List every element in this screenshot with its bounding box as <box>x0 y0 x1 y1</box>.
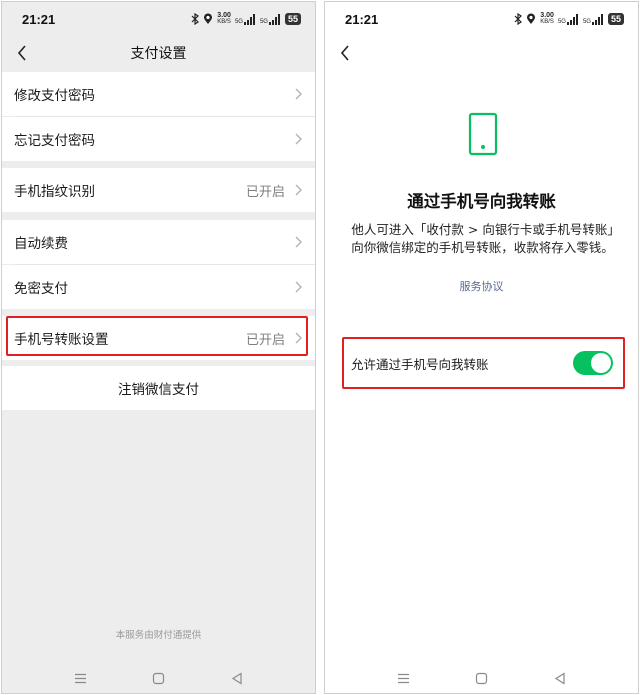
row-label: 修改支付密码 <box>14 88 95 104</box>
signal-icon <box>566 13 578 25</box>
toggle-label: 允许通过手机号向我转账 <box>351 356 489 372</box>
row-label: 免密支付 <box>14 281 68 297</box>
back-button[interactable] <box>10 41 34 65</box>
settings-row-phone-transfer[interactable]: 手机号转账设置 已开启 <box>2 316 315 360</box>
battery-icon: 55 <box>607 13 624 25</box>
chevron-left-icon <box>340 45 349 61</box>
home-button[interactable] <box>474 670 490 686</box>
home-icon <box>152 672 165 684</box>
status-value: 已开启 <box>245 184 285 200</box>
network-label-1: 5G <box>234 18 243 25</box>
settings-row-change-password[interactable]: 修改支付密码 <box>2 72 315 116</box>
bluetooth-icon <box>514 13 523 25</box>
row-label: 自动续费 <box>14 236 68 252</box>
toggle-knob <box>591 353 611 373</box>
signal-1: 5G <box>234 13 256 25</box>
row-label: 手机指纹识别 <box>14 184 95 200</box>
status-icons: 3.00 KB/S 5G 5G 55 <box>514 12 624 25</box>
chevron-right-icon <box>295 281 302 293</box>
back-button[interactable] <box>333 41 357 65</box>
signal-2: 5G <box>259 13 281 25</box>
phone-transfer-screen: 21:21 3.00 KB/S 5G 5G 55 通过手机号向我转账 他人可进入… <box>324 1 639 694</box>
page-title: 支付设置 <box>130 46 187 62</box>
mobile-phone-icon <box>468 112 498 156</box>
signal-2: 5G <box>582 13 604 25</box>
footer-note: 本服务由财付通提供 <box>115 630 202 641</box>
battery-icon: 55 <box>284 13 301 25</box>
page-title: 通过手机号向我转账 <box>407 192 556 211</box>
speed-unit: KB/S <box>217 19 231 25</box>
row-label: 忘记支付密码 <box>14 133 95 149</box>
nav-bar: 支付设置 <box>2 36 315 70</box>
description-text: 他人可进入「收付款 > 向银行卡或手机号转账」向你微信绑定的手机号转账，收款将存… <box>351 222 614 255</box>
home-icon <box>475 672 488 684</box>
status-time: 21:21 <box>22 11 56 27</box>
signal-icon <box>591 13 603 25</box>
menu-button[interactable] <box>73 670 89 686</box>
payment-settings-screen: 21:21 3.00 KB/S 5G 5G 55 支付设置 修改支付密码 忘记支… <box>1 1 316 694</box>
nav-bar <box>325 36 638 70</box>
system-nav-bar <box>2 666 315 690</box>
chevron-right-icon <box>295 88 302 100</box>
menu-button[interactable] <box>396 670 412 686</box>
back-triangle-icon <box>231 671 242 685</box>
signal-1: 5G <box>557 13 579 25</box>
back-nav-button[interactable] <box>229 670 245 686</box>
chevron-right-icon <box>295 133 302 145</box>
network-label-2: 5G <box>582 18 591 25</box>
chevron-right-icon <box>295 184 302 196</box>
bluetooth-icon <box>191 13 200 25</box>
menu-icon <box>398 673 409 683</box>
speed-unit: KB/S <box>540 19 554 25</box>
row-label: 手机号转账设置 <box>14 332 109 348</box>
status-bar: 21:21 3.00 KB/S 5G 5G 55 <box>2 2 315 36</box>
cancel-wechat-pay-label: 注销微信支付 <box>118 382 199 398</box>
system-nav-bar <box>325 666 638 690</box>
status-value: 已开启 <box>245 332 285 348</box>
allow-phone-transfer-setting: 允许通过手机号向我转账 <box>343 339 623 387</box>
chevron-right-icon <box>295 332 302 344</box>
back-triangle-icon <box>554 671 565 685</box>
status-time: 21:21 <box>345 11 379 27</box>
status-icons: 3.00 KB/S 5G 5G 55 <box>191 12 301 25</box>
chevron-left-icon <box>17 45 26 61</box>
settings-row-fingerprint[interactable]: 手机指纹识别 已开启 <box>2 168 315 212</box>
location-icon <box>527 13 536 24</box>
home-button[interactable] <box>151 670 167 686</box>
settings-row-password-free-payment[interactable]: 免密支付 <box>2 265 315 309</box>
location-icon <box>204 13 213 24</box>
network-label-2: 5G <box>259 18 268 25</box>
menu-icon <box>75 673 86 683</box>
chevron-right-icon <box>295 236 302 248</box>
status-bar: 21:21 3.00 KB/S 5G 5G 55 <box>325 2 638 36</box>
service-agreement-link[interactable]: 服务协议 <box>325 278 638 294</box>
allow-phone-transfer-toggle[interactable] <box>573 351 613 375</box>
signal-icon <box>243 13 255 25</box>
back-nav-button[interactable] <box>552 670 568 686</box>
settings-row-auto-renewal[interactable]: 自动续费 <box>2 220 315 264</box>
network-speed: 3.00 KB/S <box>540 12 554 25</box>
cancel-wechat-pay-button[interactable]: 注销微信支付 <box>2 366 315 410</box>
signal-icon <box>268 13 280 25</box>
settings-row-forgot-password[interactable]: 忘记支付密码 <box>2 117 315 161</box>
network-speed: 3.00 KB/S <box>217 12 231 25</box>
network-label-1: 5G <box>557 18 566 25</box>
